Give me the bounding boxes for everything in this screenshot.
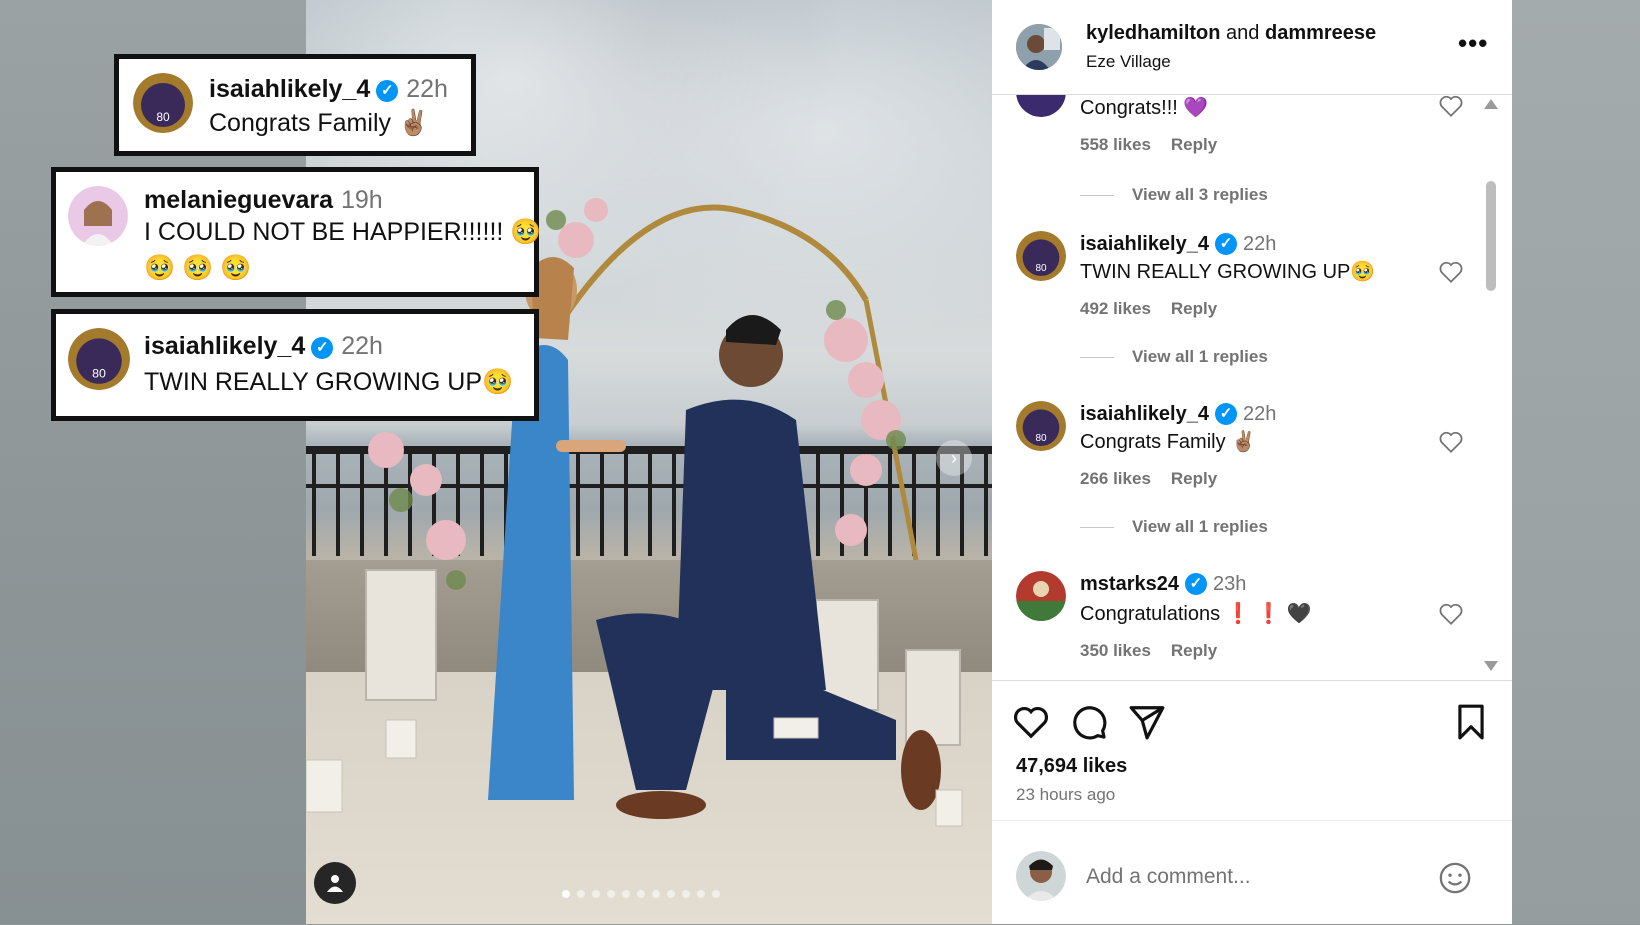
callout-text-line2: 🥹 🥹 🥹 [144,254,252,282]
heart-icon[interactable] [1012,703,1050,741]
carousel-dot [697,890,705,898]
verified-badge-icon: ✓ [376,80,399,102]
comment-username[interactable]: mstarks24 ✓ 23h [1080,573,1246,596]
comment-meta: 492 likes Reply [1080,299,1217,319]
comment-text: Congrats Family ✌🏽 [1080,431,1257,453]
callout-text: Congrats Family ✌🏽 [209,109,430,137]
scroll-down-icon[interactable] [1484,661,1498,671]
heart-icon[interactable] [1438,95,1464,119]
add-comment-bar [992,820,1512,925]
carousel-indicator [562,890,720,898]
comment-username[interactable]: isaiahlikely_4 ✓ 22h [1080,403,1276,426]
avatar [68,186,128,246]
background-right [1512,0,1640,924]
avatar[interactable]: 80 [1016,401,1066,451]
heart-icon[interactable] [1438,429,1464,455]
verified-badge-icon: ✓ [311,337,334,359]
svg-text:80: 80 [92,367,106,381]
carousel-dot [592,890,600,898]
add-comment-input[interactable] [1084,859,1418,895]
callout-text: TWIN REALLY GROWING UP🥹 [144,368,514,396]
carousel-dot [637,890,645,898]
svg-text:80: 80 [1035,263,1047,274]
comment-text: Congrats!!! 💜 [1080,97,1209,119]
tagged-users-button[interactable] [314,862,356,904]
smiley-icon[interactable] [1438,861,1472,895]
avatar: 80 [133,73,193,133]
callout-text: I COULD NOT BE HAPPIER!!!!!! 🥹 [144,218,542,246]
scroll-up-icon[interactable] [1484,99,1498,109]
view-replies-button[interactable]: View all 1 replies [1080,517,1268,537]
comment-text: TWIN REALLY GROWING UP🥹 [1080,261,1376,283]
scrollbar-thumb[interactable] [1486,181,1496,291]
post-likes[interactable]: 47,694 likes [1016,755,1127,778]
person-icon [327,875,343,892]
more-options-icon[interactable]: ••• [1458,28,1488,59]
comment-likes[interactable]: 350 likes [1080,641,1151,660]
author-link-1[interactable]: kyledhamilton [1086,22,1220,44]
carousel-dot [562,890,570,898]
comment-username[interactable]: isaiahlikely_4 ✓ 22h [1080,233,1276,256]
author-avatar[interactable] [1016,24,1062,70]
verified-badge-icon: ✓ [1214,403,1237,425]
comment-text: Congratulations ❗ ❗ 🖤 [1080,603,1312,625]
post-timestamp: 23 hours ago [1016,785,1116,804]
callout-username: melanieguevara 19h [144,186,383,214]
post-actions: 47,694 likes 23 hours ago [992,680,1512,821]
comments-list[interactable]: Congrats!!! 💜 558 likes Reply View all 3 … [992,95,1512,680]
bookmark-icon[interactable] [1452,703,1490,741]
view-replies-button[interactable]: View all 1 replies [1080,347,1268,367]
carousel-dot [682,890,690,898]
carousel-dot [652,890,660,898]
chevron-right-icon: › [951,447,957,468]
send-icon[interactable] [1128,703,1166,741]
avatar[interactable]: 80 [1016,231,1066,281]
reply-button[interactable]: Reply [1171,641,1217,660]
post-location[interactable]: Eze Village [1086,52,1171,72]
verified-badge-icon: ✓ [1184,573,1207,595]
post-panel: kyledhamilton and dammreese Eze Village … [992,0,1512,924]
comment-meta: 350 likes Reply [1080,641,1217,661]
comment-meta: 266 likes Reply [1080,469,1217,489]
carousel-dot [622,890,630,898]
callout-card-2: melanieguevara 19h I COULD NOT BE HAPPIER… [51,167,542,297]
comments-scrollbar[interactable] [1484,95,1500,680]
post-authors: kyledhamilton and dammreese [1086,22,1376,45]
avatar: 80 [68,328,130,390]
comment-icon[interactable] [1070,703,1108,741]
post-header: kyledhamilton and dammreese Eze Village … [992,0,1512,95]
carousel-dot [607,890,615,898]
author-link-2[interactable]: dammreese [1265,22,1376,44]
svg-text:80: 80 [156,110,170,124]
comment-likes[interactable]: 492 likes [1080,299,1151,318]
carousel-dot [577,890,585,898]
heart-icon[interactable] [1438,259,1464,285]
reply-button[interactable]: Reply [1171,469,1217,488]
authors-joiner: and [1226,22,1260,44]
svg-text:80: 80 [1035,433,1047,444]
callout-username: isaiahlikely_4 ✓ 22h [144,332,383,360]
next-image-button[interactable]: › [936,440,972,476]
comment-meta: 558 likes Reply [1080,135,1217,155]
callout-card-1: 80 isaiahlikely_4 ✓ 22h Congrats Family ✌🏽 [114,54,476,156]
carousel-dot [667,890,675,898]
heart-icon[interactable] [1438,601,1464,627]
reply-button[interactable]: Reply [1171,135,1217,154]
callout-username: isaiahlikely_4 ✓ 22h [209,75,448,103]
avatar[interactable] [1016,95,1066,117]
callout-card-3: 80 isaiahlikely_4 ✓ 22h TWIN REALLY GROWIN… [51,309,539,421]
view-replies-button[interactable]: View all 3 replies [1080,185,1268,205]
avatar[interactable] [1016,571,1066,621]
comment-likes[interactable]: 266 likes [1080,469,1151,488]
current-user-avatar [1016,851,1066,901]
reply-button[interactable]: Reply [1171,299,1217,318]
verified-badge-icon: ✓ [1214,233,1237,255]
carousel-dot [712,890,720,898]
comment-likes[interactable]: 558 likes [1080,135,1151,154]
